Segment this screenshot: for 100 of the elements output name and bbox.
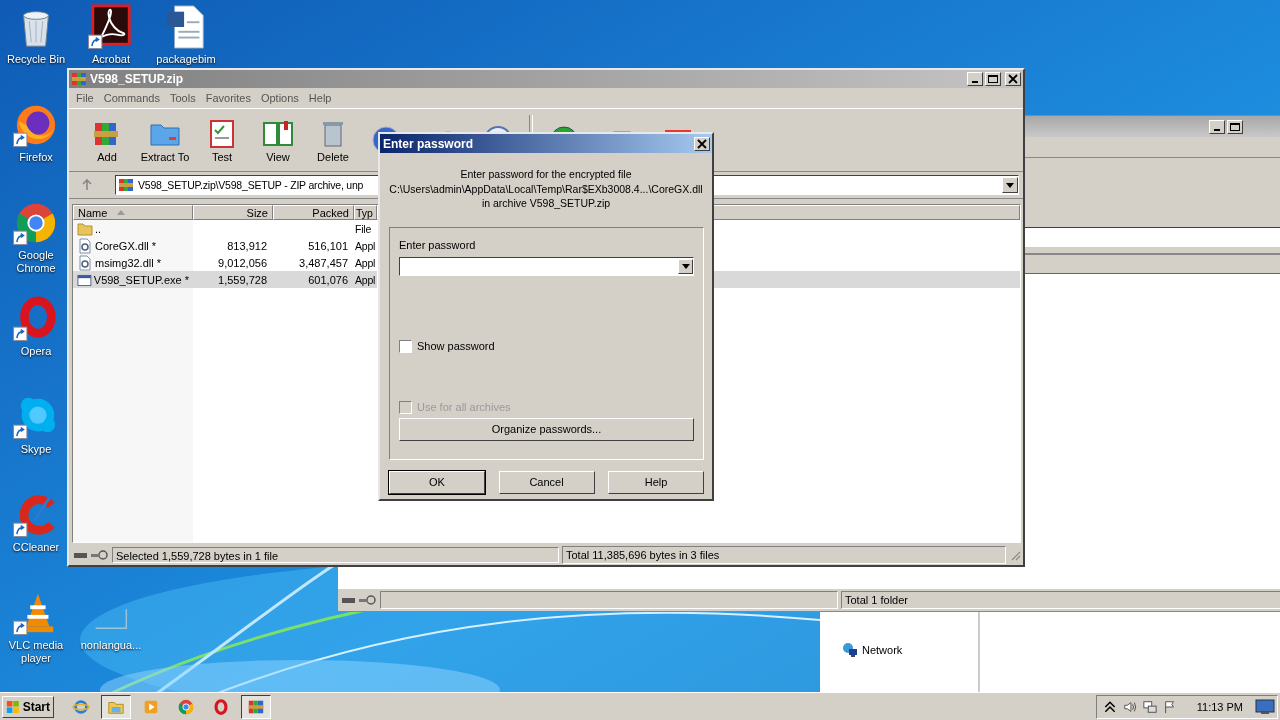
address-text: V598_SETUP.zip\V598_SETUP - ZIP archive, unp	[138, 179, 364, 191]
table-cell: Appl	[355, 256, 376, 269]
caret-icon[interactable]	[681, 263, 690, 269]
table-cell: 516,101	[308, 239, 348, 252]
menu-item[interactable]: Options	[255, 92, 304, 104]
menu-item[interactable]: File	[71, 92, 99, 104]
taskbar-button[interactable]	[241, 694, 271, 719]
status-text: Total 1 folder	[841, 591, 1280, 609]
table-cell: CoreGX.dll *	[95, 239, 157, 252]
table-cell: V598_SETUP.exe *	[93, 273, 189, 286]
toolbar-button[interactable]: Extract To	[134, 109, 196, 171]
maximize-button[interactable]	[985, 72, 1001, 86]
taskbar-button[interactable]	[101, 694, 131, 719]
file-row[interactable]: CoreGX.dll * 813,912 516,101 Appl	[73, 237, 377, 254]
desktop-icon-label[interactable]: CCleaner	[12, 541, 60, 554]
folder-icon	[77, 220, 93, 237]
file-row[interactable]: msimg32.dll * 9,012,056 3,487,457 Appl	[73, 254, 377, 271]
close-button[interactable]	[1005, 72, 1021, 86]
maximize-icon	[987, 74, 999, 84]
toolbar-button[interactable]: Test	[196, 109, 248, 171]
gear-file-icon	[77, 254, 93, 271]
desktop-icon-label[interactable]: Acrobat	[92, 53, 130, 66]
minimize-icon	[1214, 128, 1220, 131]
column-header[interactable]: Typ	[354, 205, 377, 220]
clock[interactable]: 11:13 PM	[1196, 700, 1243, 713]
maximize-icon	[1229, 121, 1241, 132]
table-cell: Appl	[355, 273, 376, 286]
sort-arrow-icon	[117, 210, 126, 215]
browser-icon	[212, 697, 230, 716]
monitor-icon[interactable]	[1255, 698, 1275, 715]
speaker-icon[interactable]	[1122, 699, 1137, 714]
table-cell: 9,012,056	[218, 256, 267, 269]
field-label: Enter password	[399, 238, 477, 251]
toolbar-button[interactable]: View	[248, 109, 308, 171]
maximize-button[interactable]	[1227, 119, 1243, 134]
checkbox[interactable]	[399, 339, 412, 353]
toolbar-button[interactable]: Add	[80, 109, 134, 171]
app-icon	[71, 71, 87, 87]
table-cell: 813,912	[227, 239, 267, 252]
pdf-app-icon[interactable]	[88, 4, 134, 50]
close-icon	[1007, 74, 1019, 84]
column-header[interactable]: Packed	[273, 205, 354, 220]
menu-item[interactable]: Favorites	[200, 92, 256, 104]
minimize-button[interactable]	[967, 72, 983, 86]
flag-icon[interactable]	[1162, 699, 1177, 714]
menu-item[interactable]: Commands	[98, 92, 165, 104]
gear-file-icon	[77, 237, 93, 254]
minimize-icon	[972, 81, 978, 83]
close-icon	[696, 138, 708, 149]
file-row[interactable]: V598_SETUP.exe * 1,559,728 601,076 Appl	[73, 271, 377, 288]
desktop-icon-label[interactable]: Recycle Bin	[6, 53, 66, 66]
status-icons	[341, 594, 377, 606]
column-header[interactable]: Size	[193, 205, 273, 220]
network-icon	[842, 642, 858, 658]
dialog-button[interactable]: OK	[389, 470, 485, 494]
dropdown-button[interactable]	[1002, 177, 1018, 193]
password-field[interactable]	[399, 256, 694, 276]
up-arrow-icon	[81, 179, 93, 191]
dialog-button[interactable]: Cancel	[498, 470, 595, 494]
table-cell: msimg32.dll *	[95, 256, 162, 269]
message-text: C:\Users\admin\AppData\Local\Temp\Rar$EXb3008.4...\CoreGX.dll	[389, 181, 703, 196]
minimize-button[interactable]	[1209, 119, 1225, 134]
table-cell: ..	[95, 222, 102, 235]
desktop-icon-label[interactable]: Skype	[20, 443, 52, 456]
chevron-icon[interactable]	[1102, 699, 1117, 714]
status-text: Selected 1,559,728 bytes in 1 file	[112, 547, 559, 563]
browser-icon	[177, 697, 195, 716]
start-button[interactable]: Start	[2, 695, 54, 718]
caret-icon	[1006, 182, 1014, 188]
desktop-icon-label[interactable]: Firefox	[19, 151, 53, 164]
table-cell: Appl	[355, 239, 376, 252]
windows-flag-icon	[6, 698, 20, 715]
window-title: V598_SETUP.zip	[90, 72, 184, 86]
table-cell: 3,487,457	[299, 256, 348, 269]
status-icons	[73, 549, 109, 561]
table-cell: 1,559,728	[218, 273, 267, 286]
menu-item[interactable]: Tools	[165, 92, 201, 104]
browser-icon[interactable]	[13, 296, 59, 342]
menu-item[interactable]: Help	[303, 92, 337, 104]
table-cell: File	[355, 222, 372, 235]
desktop-icon-label[interactable]: VLC media player	[5, 639, 67, 665]
network-icon[interactable]	[1142, 699, 1157, 714]
desktop-icon-label[interactable]: packagebim	[156, 53, 216, 66]
file-row[interactable]: .. File	[73, 220, 377, 237]
desktop-icon-label[interactable]: Opera	[20, 345, 52, 358]
checkbox-label[interactable]: Show password	[417, 340, 495, 352]
toolbar-button[interactable]: Delete	[308, 109, 358, 171]
status-text: Total 11,385,696 bytes in 3 files	[562, 546, 1006, 564]
archive-icon	[118, 177, 134, 193]
dialog-title: Enter password	[383, 136, 474, 151]
resize-grip-icon[interactable]	[1009, 549, 1021, 561]
desktop-icon-label[interactable]: Google Chrome	[5, 249, 67, 275]
table-cell: 601,076	[308, 273, 348, 286]
dialog-button[interactable]: Help	[608, 470, 704, 494]
organize-passwords-button[interactable]: Organize passwords...	[399, 417, 694, 441]
column-header[interactable]: Name	[73, 205, 193, 220]
close-button[interactable]	[694, 136, 710, 151]
nav-item[interactable]: Network	[862, 644, 903, 656]
browser-icon	[72, 697, 90, 716]
message-text: in archive V598_SETUP.zip	[481, 196, 611, 211]
